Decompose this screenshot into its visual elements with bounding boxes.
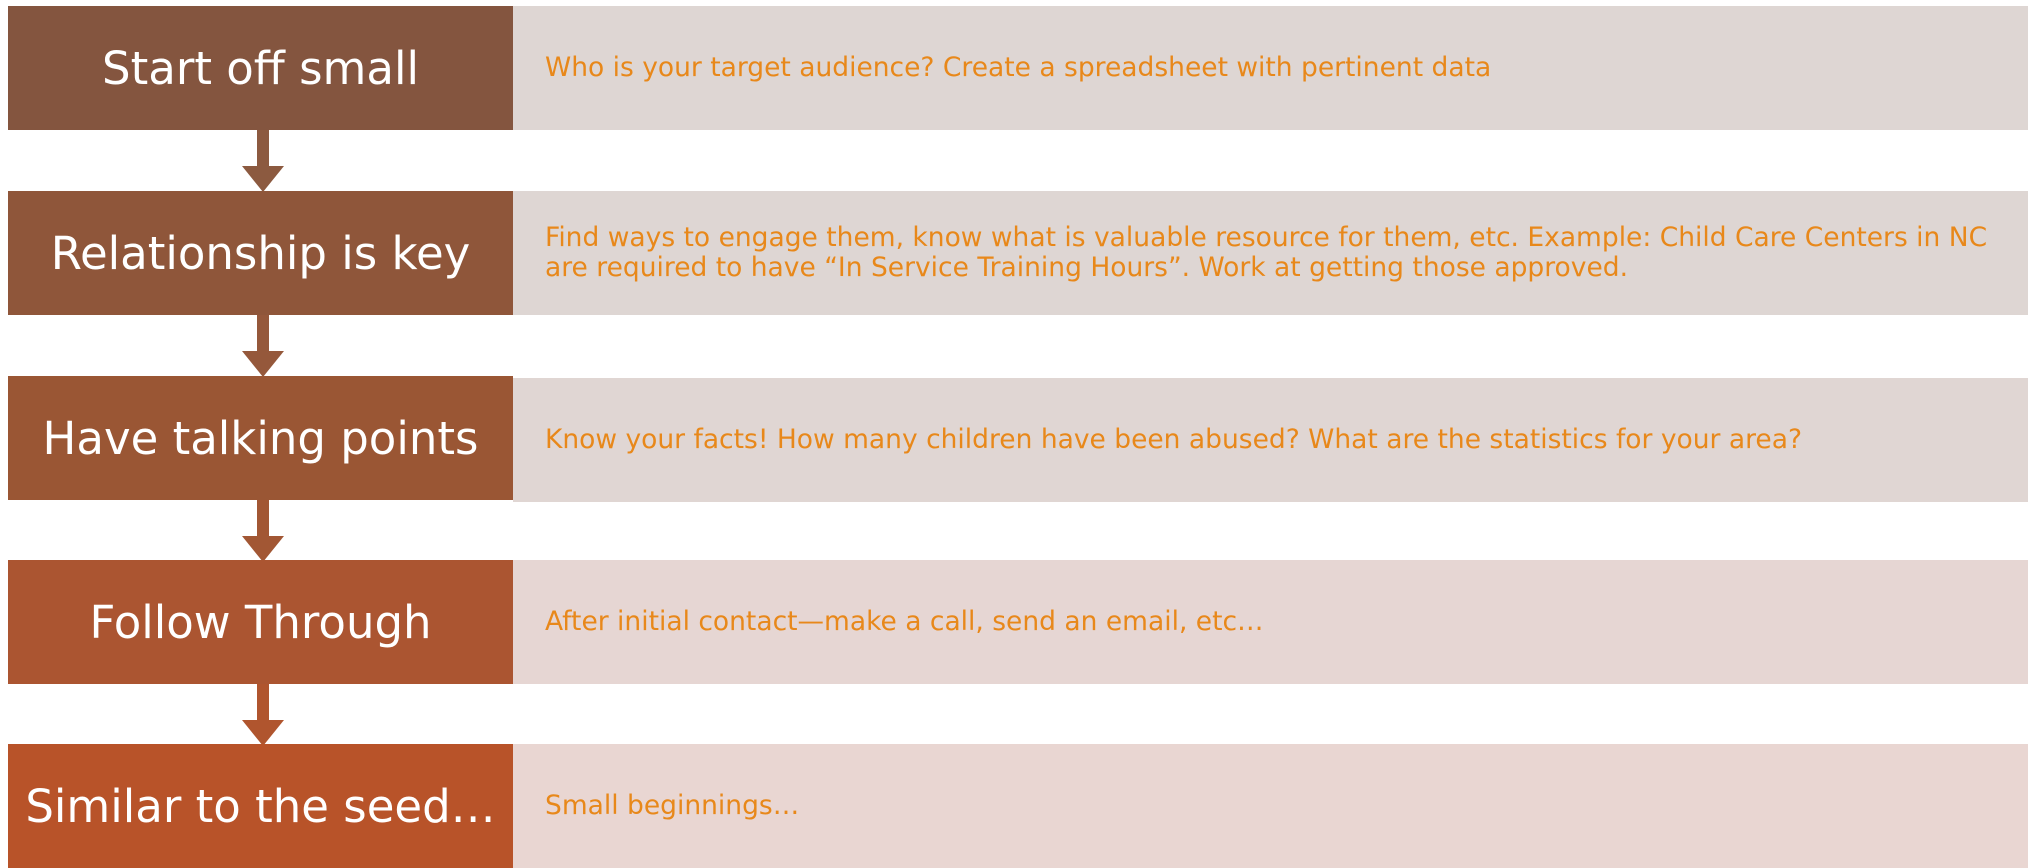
step-5-description: Small beginnings…	[545, 789, 800, 821]
step-3-box: Have talking points	[8, 376, 513, 500]
step-4-title: Follow Through	[89, 595, 432, 649]
step-2-description: Find ways to engage them, know what is v…	[545, 221, 1988, 283]
step-3-description-panel: Know your facts! How many children have …	[513, 378, 2028, 502]
down-arrow-3	[242, 500, 284, 562]
step-2-box: Relationship is key	[8, 191, 513, 315]
step-3-title: Have talking points	[42, 411, 479, 465]
down-arrow-2	[242, 315, 284, 377]
step-5-title: Similar to the seed…	[25, 779, 496, 833]
step-2-description-panel: Find ways to engage them, know what is v…	[513, 191, 2028, 315]
step-4-box: Follow Through	[8, 560, 513, 684]
step-3-description: Know your facts! How many children have …	[545, 423, 1803, 455]
step-1-description: Who is your target audience? Create a sp…	[545, 51, 1492, 83]
step-5-description-panel: Small beginnings…	[513, 744, 2028, 868]
step-1-description-panel: Who is your target audience? Create a sp…	[513, 6, 2028, 130]
step-4-description: After initial contact—make a call, send …	[545, 605, 1264, 637]
step-2-title: Relationship is key	[50, 226, 471, 280]
down-arrow-1	[242, 130, 284, 192]
step-1-box: Start off small	[8, 6, 513, 130]
step-1-title: Start off small	[102, 41, 419, 95]
down-arrow-4	[242, 684, 284, 746]
step-4-description-panel: After initial contact—make a call, send …	[513, 560, 2028, 684]
step-5-box: Similar to the seed…	[8, 744, 513, 868]
